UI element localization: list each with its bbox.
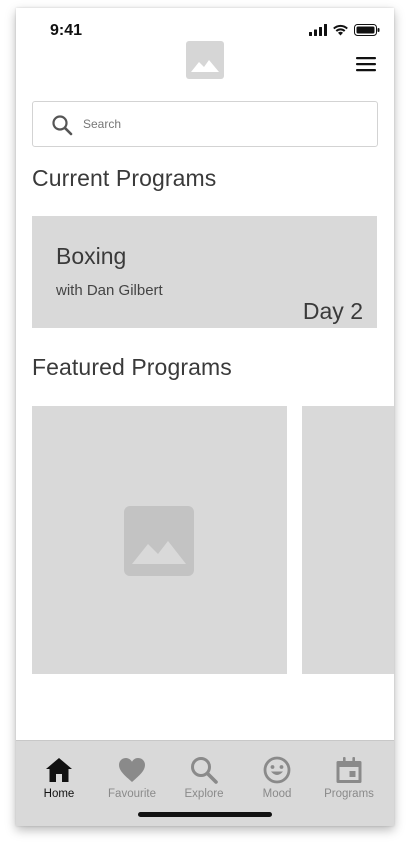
featured-programs-carousel[interactable]	[32, 406, 394, 676]
home-indicator	[138, 812, 272, 817]
featured-program-card[interactable]	[32, 406, 287, 674]
tab-explore[interactable]: Explore	[168, 755, 240, 807]
cellular-signal-icon	[309, 24, 327, 36]
status-time: 9:41	[50, 22, 83, 39]
hamburger-menu-icon[interactable]	[356, 56, 376, 72]
logo-image-placeholder	[186, 41, 224, 79]
smiley-icon	[263, 756, 291, 784]
search-input[interactable]	[81, 102, 361, 146]
home-icon	[46, 758, 72, 782]
tab-favourite[interactable]: Favourite	[96, 755, 168, 807]
tab-label: Favourite	[108, 788, 156, 800]
tab-label: Programs	[324, 788, 374, 800]
program-day-progress: Day 2	[302, 298, 363, 324]
search-icon	[191, 757, 218, 784]
image-placeholder-icon	[191, 60, 219, 72]
tab-home[interactable]: Home	[23, 755, 95, 807]
program-instructor: with Dan Gilbert	[56, 282, 163, 299]
status-icons	[309, 24, 380, 36]
wifi-icon	[333, 24, 348, 36]
tab-programs[interactable]: Programs	[313, 755, 385, 807]
battery-icon	[354, 24, 380, 36]
phone-screen: 9:41 Search Current Programs Boxing with…	[16, 8, 394, 826]
current-programs-heading: Current Programs	[32, 165, 217, 191]
heart-icon	[119, 758, 145, 782]
tab-label: Explore	[184, 788, 224, 800]
image-placeholder-icon	[132, 541, 186, 564]
search-icon	[52, 115, 73, 136]
featured-program-card[interactable]	[302, 406, 394, 674]
program-name: Boxing	[56, 243, 127, 269]
featured-image-placeholder	[124, 506, 194, 576]
tab-label: Home	[43, 788, 75, 800]
current-program-card[interactable]: Boxing with Dan Gilbert Day 2	[32, 216, 377, 328]
tab-mood[interactable]: Mood	[241, 755, 313, 807]
search-bar[interactable]	[32, 101, 378, 147]
tab-label: Mood	[262, 788, 292, 800]
calendar-icon	[336, 757, 362, 783]
featured-programs-heading: Featured Programs	[32, 354, 232, 380]
